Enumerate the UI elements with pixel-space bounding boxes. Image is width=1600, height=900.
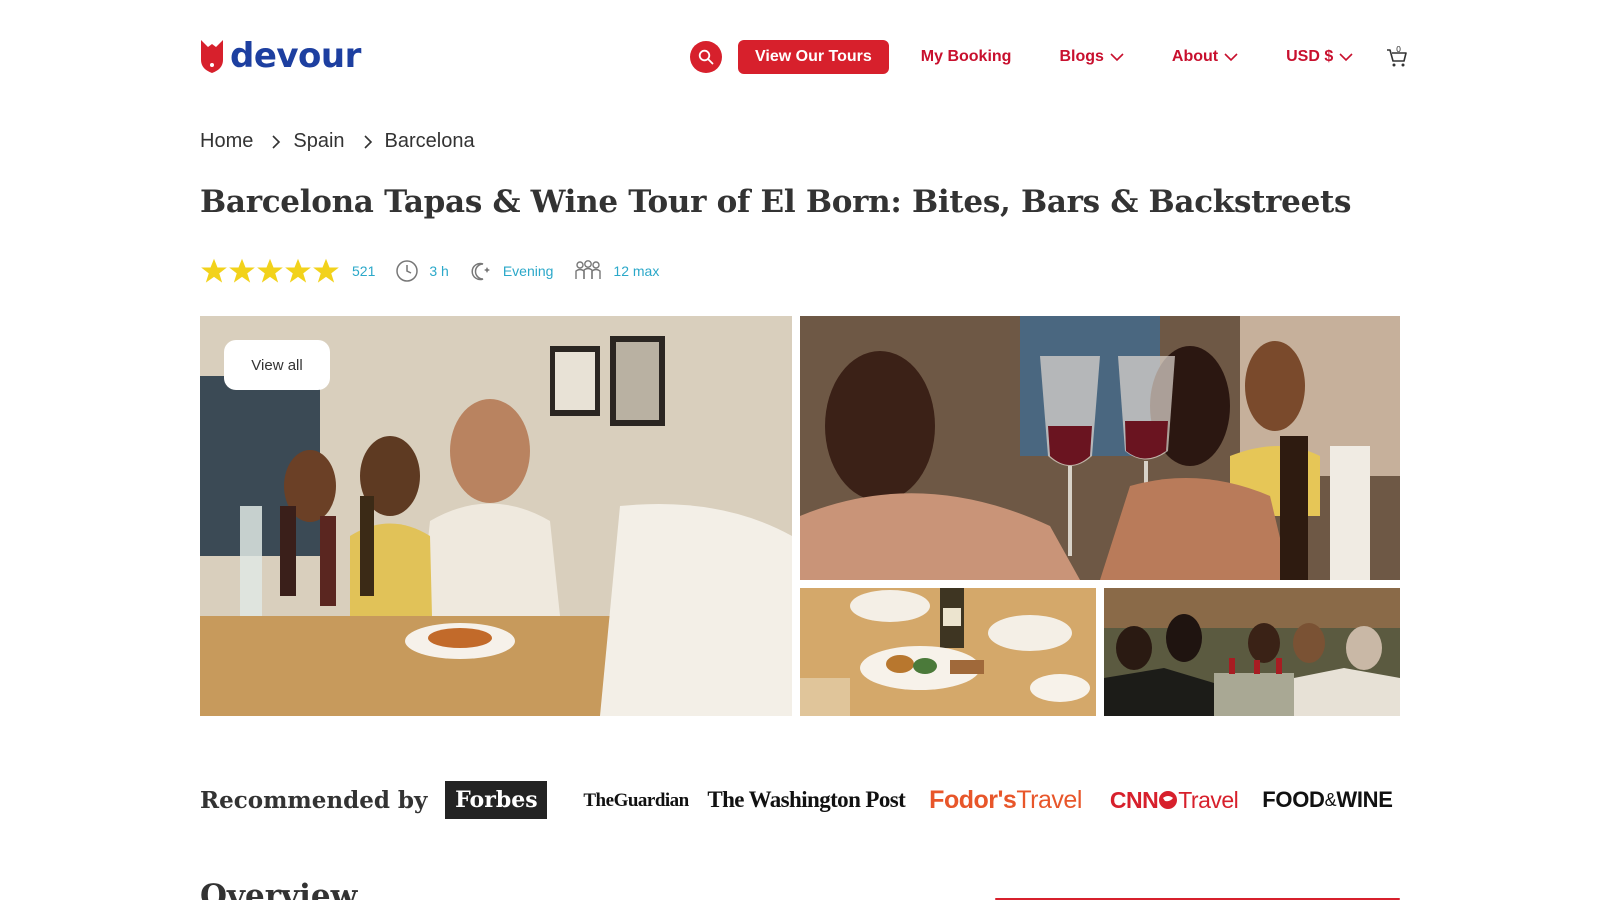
food-and-wine-logo: FOOD & WINE xyxy=(1262,780,1393,820)
fodors-logo-travel: Travel xyxy=(1016,785,1082,814)
guardian-logo: The Guardian xyxy=(583,780,689,820)
chevron-down-icon xyxy=(1224,53,1238,62)
breadcrumb-spain[interactable]: Spain xyxy=(293,130,344,153)
nav-blogs-label: Blogs xyxy=(1059,48,1104,65)
moon-icon xyxy=(471,262,490,281)
view-tours-button[interactable]: View Our Tours xyxy=(738,40,889,74)
breadcrumb: Home Spain Barcelona xyxy=(200,130,475,153)
guardian-logo-line1: The xyxy=(583,789,614,811)
photo-gallery: View all xyxy=(200,316,1400,716)
nav-about[interactable]: About xyxy=(1172,48,1238,66)
search-button[interactable] xyxy=(690,41,722,73)
logo-wordmark: devour xyxy=(230,36,361,76)
fox-logo-icon xyxy=(201,40,223,73)
cnn-travel-logo: CNN Travel xyxy=(1109,780,1239,820)
cnn-logo-brand: CNN xyxy=(1109,786,1159,813)
star-icon xyxy=(229,258,255,283)
breadcrumb-home[interactable]: Home xyxy=(200,130,253,153)
washington-post-logo: The Washington Post xyxy=(707,787,906,812)
logo[interactable]: devour xyxy=(200,38,361,74)
photo-wine-toast xyxy=(800,316,1400,580)
chevron-down-icon xyxy=(1339,53,1353,62)
review-count[interactable]: 521 xyxy=(352,263,375,279)
clock-icon xyxy=(396,260,419,282)
star-icon xyxy=(313,258,339,283)
cnn-globe-icon xyxy=(1159,791,1178,809)
main-nav: View Our Tours My Booking Blogs About US… xyxy=(690,40,1409,74)
svg-text:0: 0 xyxy=(1396,45,1401,54)
tour-meta: 521 3 h Evening 12 max xyxy=(200,256,659,286)
rating-stars xyxy=(200,257,340,285)
fodors-logo-brand: Fodor's xyxy=(929,785,1017,814)
recommended-by-strip: Recommended by Forbes The Guardian The W… xyxy=(200,780,1393,820)
star-icon xyxy=(257,258,283,283)
photo-tapas-plates xyxy=(800,588,1096,716)
gallery-photo-tapas[interactable] xyxy=(800,588,1096,716)
cart-icon[interactable]: 0 xyxy=(1385,45,1409,69)
overview-heading: Overview xyxy=(200,878,358,900)
forbes-logo: Forbes xyxy=(445,781,548,819)
chevron-down-icon xyxy=(1110,53,1124,62)
star-icon xyxy=(201,258,227,283)
nav-blogs[interactable]: Blogs xyxy=(1059,48,1124,66)
recommended-label: Recommended by xyxy=(200,786,428,814)
chevron-right-icon xyxy=(271,134,281,150)
site-header: devour View Our Tours My Booking Blogs A… xyxy=(0,0,1600,110)
photo-group-dining xyxy=(1104,588,1400,716)
search-icon xyxy=(698,49,714,65)
gallery-photo-main[interactable]: View all xyxy=(200,316,792,716)
gallery-photo-group[interactable] xyxy=(1104,588,1400,716)
nav-about-label: About xyxy=(1171,48,1219,65)
fw-logo-food: FOOD xyxy=(1262,787,1325,812)
currency-selector[interactable]: USD $ xyxy=(1286,48,1353,66)
gallery-photo-toast[interactable] xyxy=(800,316,1400,580)
guardian-logo-line2: Guardian xyxy=(613,789,690,811)
fw-logo-wine: WINE xyxy=(1336,787,1393,812)
nav-my-booking[interactable]: My Booking xyxy=(921,48,1012,66)
chevron-right-icon xyxy=(363,134,373,150)
fw-logo-amp: & xyxy=(1324,789,1337,810)
nav-my-booking-label: My Booking xyxy=(920,48,1012,65)
fodors-travel-logo: Fodor's Travel xyxy=(929,780,1082,820)
breadcrumb-barcelona[interactable]: Barcelona xyxy=(385,130,475,153)
star-icon xyxy=(285,258,311,283)
duration-label: 3 h xyxy=(429,263,449,279)
page-title: Barcelona Tapas & Wine Tour of El Born: … xyxy=(200,184,1352,220)
currency-label: USD $ xyxy=(1286,48,1334,65)
view-all-button[interactable]: View all xyxy=(224,340,330,390)
time-of-day-label: Evening xyxy=(502,263,554,279)
group-icon xyxy=(575,260,602,279)
group-size-label: 12 max xyxy=(613,263,660,279)
cnn-logo-travel: Travel xyxy=(1178,786,1239,813)
